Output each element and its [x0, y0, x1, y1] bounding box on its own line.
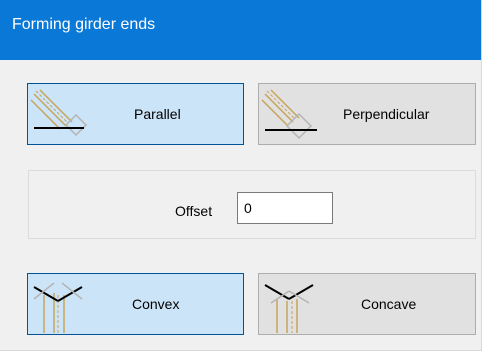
perpendicular-girder-icon — [261, 89, 317, 140]
convex-girder-icon — [33, 282, 83, 333]
convex-button[interactable]: Convex — [27, 273, 244, 335]
parallel-button[interactable]: Parallel — [27, 83, 244, 145]
concave-button[interactable]: Concave — [258, 273, 476, 335]
offset-group: Offset — [28, 170, 476, 239]
perpendicular-button[interactable]: Perpendicular — [258, 83, 476, 145]
forming-girder-ends-dialog: Forming girder ends Parallel Perpendicul… — [0, 0, 482, 351]
convex-label: Convex — [132, 296, 180, 312]
perpendicular-label: Perpendicular — [343, 106, 430, 122]
dialog-title: Forming girder ends — [12, 16, 156, 33]
offset-label: Offset — [175, 203, 213, 219]
parallel-girder-icon — [30, 89, 88, 137]
concave-girder-icon — [264, 284, 314, 333]
parallel-label: Parallel — [134, 106, 181, 122]
concave-label: Concave — [361, 296, 417, 312]
offset-input[interactable] — [237, 192, 333, 224]
title-bar[interactable]: Forming girder ends — [0, 0, 481, 60]
